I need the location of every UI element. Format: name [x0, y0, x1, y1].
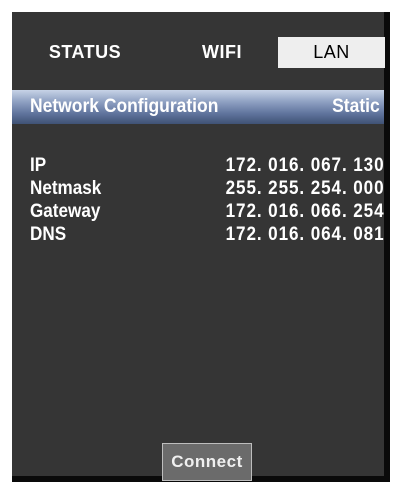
tab-status[interactable]: STATUS	[39, 37, 131, 68]
address-mode[interactable]: Static	[332, 90, 380, 124]
config-row-ip: IP 172. 016. 067. 130	[30, 154, 384, 177]
lan-settings-panel: STATUS WIFI LAN Network Configuration St…	[12, 12, 390, 482]
config-row-netmask: Netmask 255. 255. 254. 000	[30, 177, 384, 200]
dns-label: DNS	[30, 224, 67, 245]
config-list: IP 172. 016. 067. 130 Netmask 255. 255. …	[30, 154, 384, 246]
config-row-dns: DNS 172. 016. 064. 081	[30, 223, 384, 246]
network-configuration-header: Network Configuration Static	[12, 90, 384, 124]
netmask-label: Netmask	[30, 178, 102, 199]
tab-lan[interactable]: LAN	[278, 37, 385, 68]
ip-value[interactable]: 172. 016. 067. 130	[225, 154, 384, 177]
section-title: Network Configuration	[30, 96, 219, 117]
gateway-value[interactable]: 172. 016. 066. 254	[225, 200, 384, 223]
tab-wifi[interactable]: WIFI	[192, 37, 252, 68]
gateway-label: Gateway	[30, 201, 101, 222]
config-row-gateway: Gateway 172. 016. 066. 254	[30, 200, 384, 223]
netmask-value[interactable]: 255. 255. 254. 000	[225, 177, 384, 200]
ip-label: IP	[30, 155, 47, 176]
tab-bar: STATUS WIFI LAN	[12, 37, 385, 68]
dns-value[interactable]: 172. 016. 064. 081	[225, 223, 384, 246]
connect-button[interactable]: Connect	[162, 443, 252, 481]
